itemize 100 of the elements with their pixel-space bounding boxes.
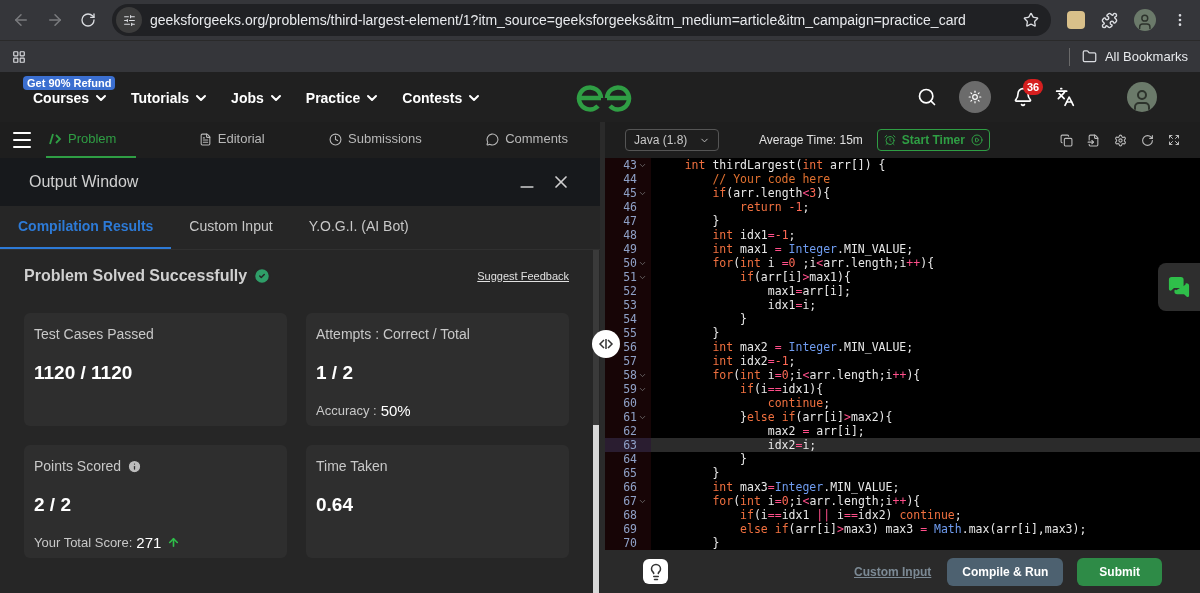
nav-menu[interactable]: Courses [33, 87, 110, 109]
reload-icon[interactable] [80, 12, 96, 28]
problem-tab[interactable]: Submissions [327, 122, 424, 158]
line-number: 54 [623, 312, 637, 326]
code-line: for(int i=0;i<arr.length;i++){ [711, 494, 921, 508]
theme-toggle[interactable] [959, 81, 991, 113]
avatar[interactable] [1134, 9, 1156, 31]
search-icon[interactable] [917, 87, 937, 107]
alarm-clock-icon [883, 134, 896, 146]
output-tab[interactable]: Custom Input [171, 206, 291, 249]
back-icon[interactable] [12, 11, 30, 29]
line-number: 70 [623, 536, 637, 550]
code-line: max1=arr[i]; [766, 284, 851, 298]
apps-icon[interactable] [12, 49, 26, 64]
line-number: 43 [623, 158, 637, 172]
logo-icon[interactable] [575, 82, 633, 112]
reset-icon[interactable] [1141, 133, 1154, 147]
info-icon[interactable] [127, 459, 143, 474]
settings-icon[interactable] [1114, 133, 1127, 147]
nav-menu[interactable]: Tutorials [131, 87, 210, 109]
forward-icon[interactable] [46, 11, 64, 29]
chat-button[interactable] [1158, 263, 1200, 311]
card-label: Time Taken [316, 457, 388, 476]
problem-tab[interactable]: Comments [484, 122, 570, 158]
line-number: 47 [623, 214, 637, 228]
address-bar[interactable]: geeksforgeeks.org/problems/third-largest-element/1?itm_source=geeksforgeeks&itm_medium=article&itm_campaign=practice_card [112, 4, 1051, 36]
chat-icon [1168, 276, 1190, 298]
nav-menu[interactable]: Jobs [231, 87, 284, 109]
code-line: for(int i=0;i<arr.length;i++){ [711, 368, 921, 382]
line-number: 69 [623, 522, 637, 536]
promo-badge[interactable]: Get 90% Refund [23, 76, 116, 90]
output-tab[interactable]: Compilation Results [0, 206, 172, 249]
translate-icon[interactable] [1055, 87, 1075, 107]
code-line: if(i==idx1 || i==idx2) continue; [739, 508, 962, 522]
folder-icon [1081, 49, 1097, 64]
comment-icon [486, 132, 500, 146]
line-number: 67 [623, 494, 637, 508]
code-line: // Your code here [711, 172, 831, 186]
sliders-icon [122, 13, 136, 27]
code-line: } [711, 326, 720, 340]
note-label: Your Total Score: [34, 534, 133, 552]
note-value: 50% [380, 400, 411, 421]
code-line: return -1; [739, 200, 810, 214]
line-number: 48 [623, 228, 637, 242]
line-number: 56 [623, 340, 637, 354]
line-number: 52 [623, 284, 637, 298]
document-icon [198, 132, 212, 146]
start-timer-button[interactable]: Start Timer [876, 129, 990, 151]
line-number: 53 [623, 298, 637, 312]
nav-menu[interactable]: Contests [402, 87, 483, 109]
all-bookmarks-button[interactable]: All Bookmarks [1081, 46, 1188, 67]
extensions-icon[interactable] [1101, 11, 1118, 29]
card-value: 2 / 2 [34, 493, 72, 517]
nav-menu[interactable]: Practice [305, 87, 381, 109]
window-title: Output Window [29, 172, 139, 192]
site-info-icon[interactable] [116, 7, 142, 33]
code-editor[interactable] [605, 158, 1200, 550]
note-label: Accuracy : [316, 402, 377, 420]
status-text: Problem Solved Successfully [24, 266, 248, 286]
line-number: 55 [623, 326, 637, 340]
hint-button[interactable] [643, 559, 668, 584]
check-icon [253, 267, 272, 285]
resize-icon [598, 338, 614, 350]
code-line: if(arr.length<3){ [711, 186, 831, 200]
line-number: 51 [623, 270, 637, 284]
code-line: int thirdLargest(int arr[]) { [683, 158, 886, 172]
line-number: 65 [623, 466, 637, 480]
fullscreen-icon[interactable] [1168, 134, 1180, 146]
code-line: } [739, 452, 747, 466]
output-tab[interactable]: Y.O.G.I. (AI Bot) [290, 206, 427, 249]
line-number: 58 [623, 368, 637, 382]
avatar[interactable] [1127, 82, 1157, 112]
scrollbar[interactable] [593, 250, 599, 593]
language-select[interactable]: Java (1.8) [625, 129, 719, 151]
code-line: int idx2=-1; [711, 354, 796, 368]
average-time: Average Time: 15m [759, 132, 863, 149]
clock-icon [329, 132, 343, 146]
copy-icon[interactable] [1060, 133, 1073, 147]
card-value: 1120 / 1120 [34, 361, 134, 385]
import-file-icon[interactable] [1087, 133, 1100, 147]
bookmark-star-icon[interactable] [1023, 12, 1039, 28]
code-line: idx2=i; [766, 438, 817, 452]
sun-icon [968, 90, 982, 104]
code-line: int idx1=-1; [711, 228, 796, 242]
code-line: int max2 = Integer.MIN_VALUE; [711, 340, 914, 354]
extension-icon[interactable] [1067, 11, 1085, 29]
card-label: Attempts : Correct / Total [316, 325, 470, 344]
compile-run-button[interactable]: Compile & Run [947, 557, 1064, 586]
problem-tab[interactable]: Editorial [196, 122, 267, 158]
feedback-link[interactable]: Suggest Feedback [477, 267, 569, 285]
code-line: } [739, 312, 747, 326]
line-number: 50 [623, 256, 637, 270]
code-line: int max3=Integer.MIN_VALUE; [711, 480, 900, 494]
line-number: 68 [623, 508, 637, 522]
custom-input-link[interactable]: Custom Input [854, 562, 932, 581]
card-label: Test Cases Passed [34, 325, 154, 344]
line-number: 57 [623, 354, 637, 368]
submit-button[interactable]: Submit [1077, 557, 1162, 586]
line-number: 46 [623, 200, 637, 214]
code-line: int max1 = Integer.MIN_VALUE; [711, 242, 914, 256]
